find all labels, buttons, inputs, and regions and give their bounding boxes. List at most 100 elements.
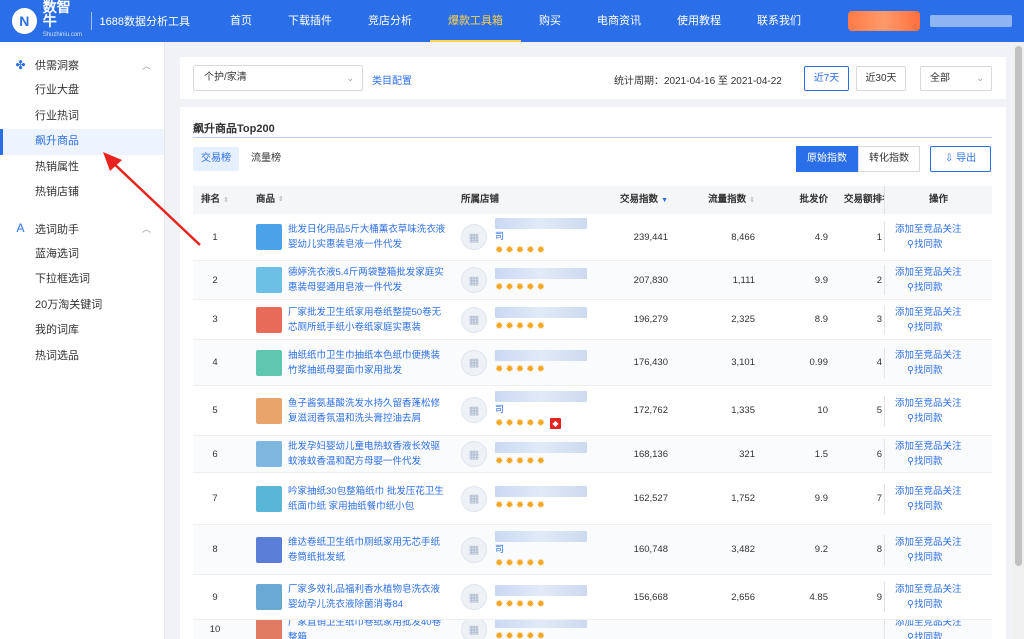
shop-icon[interactable]: ▦ — [461, 536, 487, 563]
scrollbar-thumb[interactable] — [1015, 46, 1022, 566]
find-similar-link[interactable]: ⚲找同款 — [895, 237, 992, 252]
shop-name-redacted[interactable] — [495, 218, 587, 229]
col-product[interactable]: 商品 ⇕ — [237, 186, 454, 214]
search-icon: ⚲ — [907, 631, 914, 639]
export-button[interactable]: ⇩ 导出 — [930, 146, 991, 172]
product-title-link[interactable]: 维达卷纸卫生纸巾厕纸家用无芯手纸卷筒纸批发纸 — [288, 535, 448, 565]
add-competitor-link[interactable]: 添加至竞品关注 — [895, 484, 992, 499]
shop-icon[interactable]: ▦ — [461, 224, 487, 250]
col-rank[interactable]: 排名 ⇕ — [193, 186, 237, 214]
sidebar-item-0-3[interactable]: 热销属性 — [0, 155, 164, 181]
shop-icon[interactable]: ▦ — [461, 397, 487, 424]
category-config-link[interactable]: 类目配置 — [372, 72, 412, 87]
add-competitor-link[interactable]: 添加至竞品关注 — [895, 265, 992, 280]
tab-trade-rank[interactable]: 交易榜 — [193, 147, 239, 171]
convert-index-button[interactable]: 转化指数 — [858, 146, 920, 172]
sidebar-item-0-1[interactable]: 行业热词 — [0, 104, 164, 130]
shop-icon[interactable]: ▦ — [461, 620, 487, 639]
trade-index-cell: 160,748 — [633, 544, 668, 555]
star-icon: ✹ — [495, 418, 506, 430]
add-competitor-link[interactable]: 添加至竞品关注 — [895, 535, 992, 550]
find-similar-link[interactable]: ⚲找同款 — [895, 630, 992, 639]
shop-icon[interactable]: ▦ — [461, 584, 487, 610]
find-similar-link[interactable]: ⚲找同款 — [895, 550, 992, 565]
product-title-link[interactable]: 批发日化用品5斤大桶薰衣草味洗衣液婴幼儿实惠装皂液一件代发 — [288, 222, 448, 252]
product-title-link[interactable]: 厂家直销卫生纸巾卷纸家用批发40卷整箱 — [288, 620, 448, 639]
product-title-link[interactable]: 吟家抽纸30包整箱纸巾 批发压花卫生纸面巾纸 家用抽纸餐巾纸小包 — [288, 484, 448, 514]
find-similar-link[interactable]: ⚲找同款 — [895, 454, 992, 469]
product-thumbnail[interactable] — [256, 397, 282, 424]
find-similar-link[interactable]: ⚲找同款 — [895, 411, 992, 426]
tab-flow-rank[interactable]: 流量榜 — [243, 147, 289, 171]
add-competitor-link[interactable]: 添加至竞品关注 — [895, 396, 992, 411]
last-7-days-button[interactable]: 近7天 — [804, 66, 849, 91]
brand-logo[interactable]: N 数智牛 Shuzhiniu.com 1688数据分析工具 — [0, 0, 190, 42]
scope-select[interactable]: 全部 ⌄ — [920, 66, 992, 91]
shop-icon[interactable]: ▦ — [461, 485, 487, 512]
nav-item-3[interactable]: 爆款工具箱 — [430, 0, 521, 42]
sidebar-item-1-4[interactable]: 热词选品 — [0, 344, 164, 370]
product-thumbnail[interactable] — [256, 267, 282, 293]
col-trade-index[interactable]: 交易指数 ▼ — [574, 186, 674, 214]
product-title-link[interactable]: 鱼子酱氨基酸洗发水持久留香蓬松修复滋润香氛温和洗头膏控油去屑 — [288, 396, 448, 426]
add-competitor-link[interactable]: 添加至竞品关注 — [895, 222, 992, 237]
shop-icon[interactable]: ▦ — [461, 267, 487, 293]
user-account[interactable] — [930, 15, 1012, 27]
add-competitor-link[interactable]: 添加至竞品关注 — [895, 439, 992, 454]
sidebar-item-0-0[interactable]: 行业大盘 — [0, 78, 164, 104]
product-title-link[interactable]: 抽纸纸巾卫生巾抽纸本色纸巾便携装竹浆抽纸母婴面巾家用批发 — [288, 348, 448, 378]
add-competitor-link[interactable]: 添加至竞品关注 — [895, 582, 992, 597]
sidebar-item-1-0[interactable]: 蓝海选词 — [0, 242, 164, 268]
shop-icon[interactable]: ▦ — [461, 306, 487, 333]
find-similar-link[interactable]: ⚲找同款 — [895, 597, 992, 612]
nav-item-7[interactable]: 联系我们 — [739, 0, 819, 42]
sidebar-group-1[interactable]: A 选词助手 ︿ — [0, 216, 164, 242]
sidebar-item-0-4[interactable]: 热销店铺 — [0, 180, 164, 206]
shop-name-redacted[interactable] — [495, 620, 587, 628]
nav-item-4[interactable]: 购买 — [521, 0, 579, 42]
product-title-link[interactable]: 批发孕妇婴幼儿童电热蚊香液长效驱蚊液蚊香温和配方母婴一件代发 — [288, 439, 448, 469]
add-competitor-link[interactable]: 添加至竞品关注 — [895, 305, 992, 320]
price-cell: 4.85 — [809, 591, 829, 603]
page-scrollbar[interactable] — [1013, 42, 1024, 639]
nav-item-2[interactable]: 竞店分析 — [350, 0, 430, 42]
sidebar-group-0[interactable]: ✤ 供需洞察 ︿ — [0, 52, 164, 78]
product-thumbnail[interactable] — [256, 349, 282, 376]
product-title-link[interactable]: 德婷洗衣液5.4斤两袋整箱批发家庭实惠装母婴通用皂液一件代发 — [288, 265, 448, 295]
sidebar-item-1-2[interactable]: 20万淘关键词 — [0, 293, 164, 319]
col-trade-label: 交易指数 — [620, 194, 659, 205]
find-similar-link[interactable]: ⚲找同款 — [895, 499, 992, 514]
star-icon: ✹ — [505, 455, 516, 467]
find-similar-link[interactable]: ⚲找同款 — [895, 363, 992, 378]
star-icon: ✹ — [515, 500, 527, 511]
sidebar-item-1-1[interactable]: 下拉框选词 — [0, 267, 164, 293]
product-thumbnail[interactable] — [256, 441, 282, 467]
product-thumbnail[interactable] — [256, 306, 282, 333]
add-competitor-link[interactable]: 添加至竞品关注 — [895, 620, 992, 630]
shop-name-redacted[interactable] — [495, 530, 587, 542]
shop-icon[interactable]: ▦ — [461, 441, 487, 467]
vip-badge[interactable] — [848, 11, 920, 31]
add-competitor-link[interactable]: 添加至竞品关注 — [895, 348, 992, 363]
product-title-link[interactable]: 厂家多效礼品福利香水植物皂洗衣液婴幼孕儿洗衣液除菌消毒84 — [288, 582, 448, 612]
nav-item-1[interactable]: 下载插件 — [270, 0, 350, 42]
raw-index-button[interactable]: 原始指数 — [796, 146, 858, 172]
sidebar-item-0-2[interactable]: 飙升商品 — [0, 129, 164, 155]
sidebar-item-1-3[interactable]: 我的词库 — [0, 318, 164, 344]
find-similar-link[interactable]: ⚲找同款 — [895, 320, 992, 335]
shop-name-redacted[interactable] — [495, 391, 587, 403]
product-thumbnail[interactable] — [256, 584, 282, 610]
last-30-days-button[interactable]: 近30天 — [856, 66, 906, 91]
product-title-link[interactable]: 厂家批发卫生纸家用卷纸整提50卷无芯厕所纸手纸小卷纸家庭实惠装 — [288, 305, 448, 335]
product-thumbnail[interactable] — [256, 536, 282, 563]
product-thumbnail[interactable] — [256, 620, 282, 639]
product-thumbnail[interactable] — [256, 485, 282, 512]
shop-icon[interactable]: ▦ — [461, 349, 487, 376]
find-similar-link[interactable]: ⚲找同款 — [895, 280, 992, 295]
product-thumbnail[interactable] — [256, 224, 282, 250]
nav-item-0[interactable]: 首页 — [212, 0, 270, 42]
nav-item-6[interactable]: 使用教程 — [659, 0, 739, 42]
nav-item-5[interactable]: 电商资讯 — [579, 0, 659, 42]
col-flow-index[interactable]: 流量指数 ⇕ — [674, 186, 761, 214]
category-select[interactable]: 个护/家清 ⌄ — [193, 65, 363, 91]
